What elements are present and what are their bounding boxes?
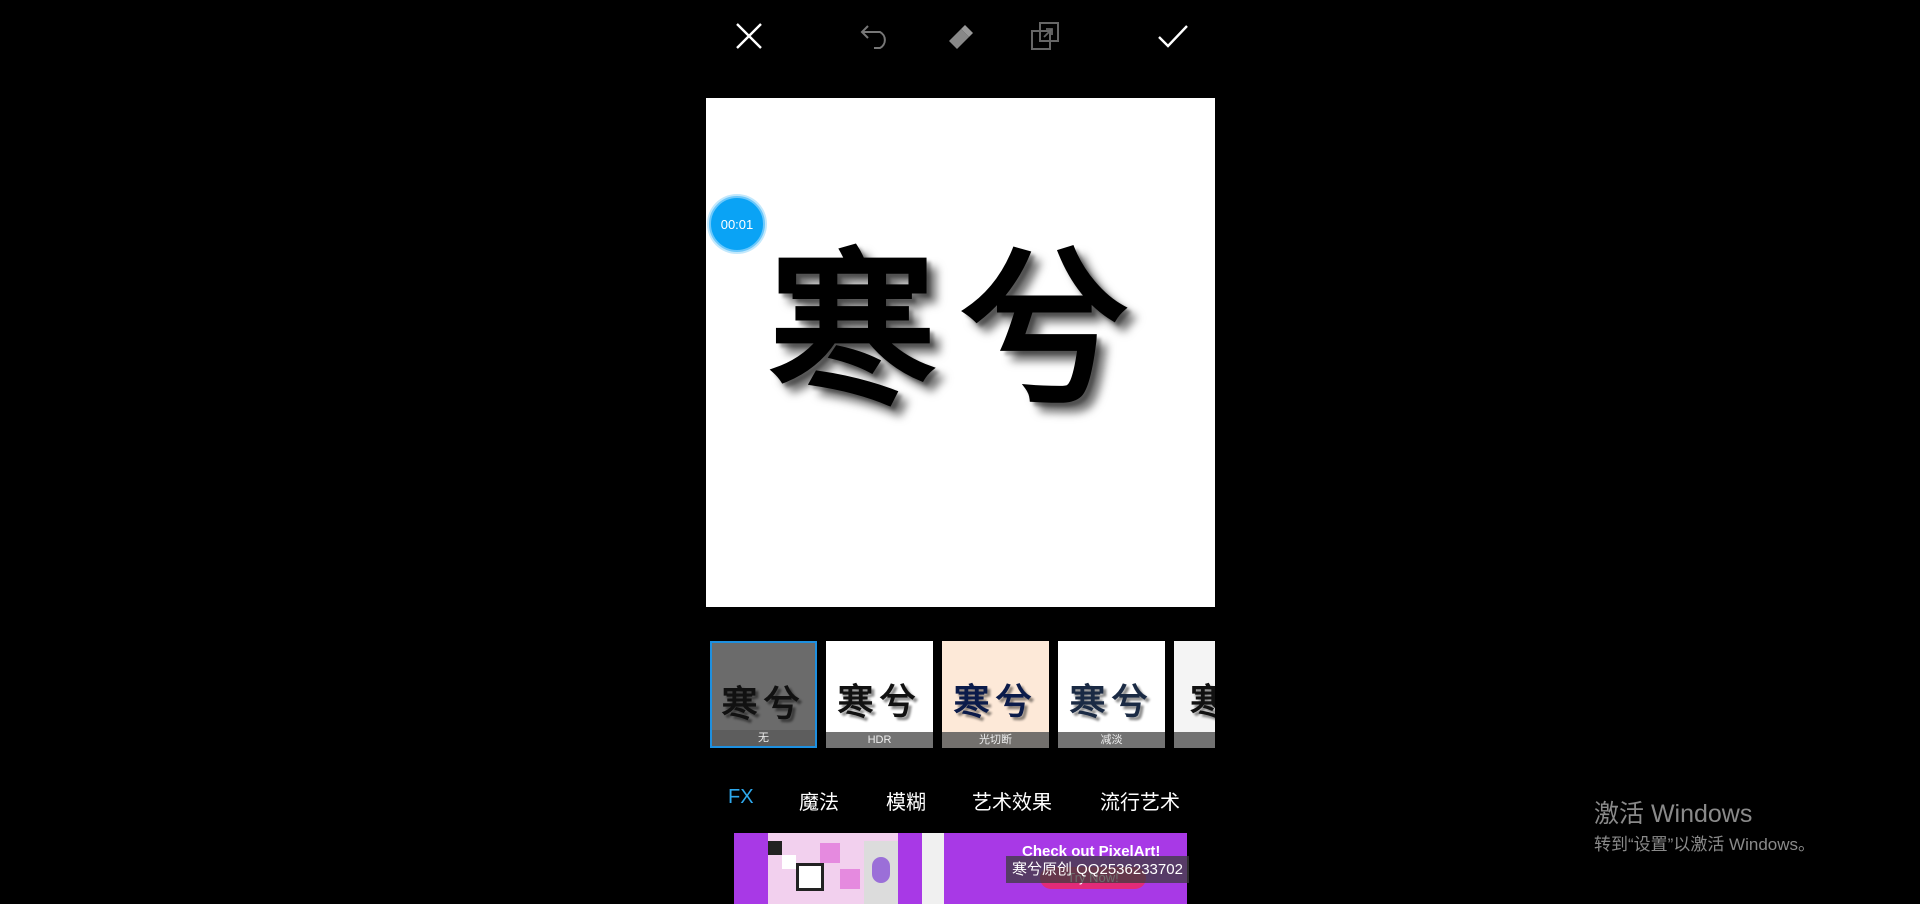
tab-magic[interactable]: 魔法 <box>799 786 839 815</box>
thumb-label: HDR <box>826 732 933 748</box>
compare-icon <box>1031 22 1059 50</box>
close-icon <box>736 23 762 49</box>
eraser-button[interactable] <box>938 14 982 58</box>
effect-thumb-dodge[interactable]: 寒兮 减淡 <box>1058 641 1165 748</box>
ad-number-strip <box>922 833 944 904</box>
undo-icon <box>860 25 886 49</box>
effect-thumb-light-cut[interactable]: 寒兮 光切断 <box>942 641 1049 748</box>
thumb-preview: 寒兮 <box>837 681 922 723</box>
image-canvas[interactable]: 寒兮 <box>706 98 1215 607</box>
effects-strip[interactable]: 寒兮 无 寒兮 HDR 寒兮 光切断 寒兮 减淡 寒 淡 <box>710 641 1215 749</box>
effect-thumb-none[interactable]: 寒兮 无 <box>710 641 817 748</box>
tab-pop-art[interactable]: 流行艺术 <box>1100 786 1180 815</box>
recording-timer[interactable]: 00:01 <box>709 196 765 252</box>
thumb-preview: 寒 <box>1190 681 1215 723</box>
ad-pixel-art-image <box>768 833 898 904</box>
watermark-text: 寒兮原创 QQ2536233702 <box>1006 856 1189 883</box>
thumb-preview: 寒兮 <box>1069 681 1154 723</box>
tab-artistic[interactable]: 艺术效果 <box>972 786 1052 815</box>
thumb-preview: 寒兮 <box>953 681 1038 723</box>
check-icon <box>1158 25 1188 48</box>
thumb-label: 减淡 <box>1058 732 1165 748</box>
eraser-icon <box>949 25 973 49</box>
undo-button[interactable] <box>854 14 898 58</box>
thumb-label: 淡 <box>1174 732 1215 748</box>
apply-button[interactable] <box>1151 14 1195 58</box>
tab-fx[interactable]: FX <box>728 786 754 809</box>
compare-button[interactable] <box>1023 14 1067 58</box>
close-button[interactable] <box>727 14 771 58</box>
windows-activation-notice: 激活 Windows 转到“设置”以激活 Windows。 <box>1594 798 1815 858</box>
effect-thumb-hdr[interactable]: 寒兮 HDR <box>826 641 933 748</box>
tab-blur[interactable]: 模糊 <box>886 786 926 815</box>
thumb-label: 无 <box>712 730 815 746</box>
thumb-preview: 寒兮 <box>721 683 806 725</box>
activation-subtitle: 转到“设置”以激活 Windows。 <box>1594 835 1816 854</box>
thumb-label: 光切断 <box>942 732 1049 748</box>
activation-title: 激活 Windows <box>1594 800 1753 828</box>
effect-thumb-partial[interactable]: 寒 淡 <box>1174 641 1215 748</box>
canvas-text: 寒兮 <box>768 231 1153 429</box>
